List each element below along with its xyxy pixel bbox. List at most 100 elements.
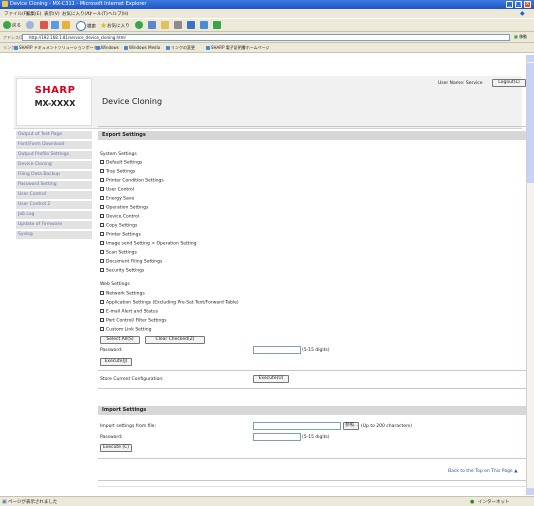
checkbox-operation-settings[interactable]: Operation Settings [100,205,148,211]
checkbox-port-control-filter[interactable]: Port Control/ Filter Settings [100,318,167,324]
back-to-top-link[interactable]: Back to the Top on This Page ▲ [448,469,518,474]
menu-file[interactable]: ファイル(F) [4,11,28,17]
home-button[interactable] [62,21,71,29]
select-all-button[interactable]: Select All(S) [100,336,140,344]
media-button[interactable] [135,21,144,29]
checkbox-application-settings[interactable]: Application Settings (Excluding Pre-Set … [100,300,239,306]
checkbox-icon[interactable] [100,291,104,295]
discuss-button[interactable] [200,21,209,29]
favorites-button[interactable]: ★お気に入り [100,21,130,30]
sidebar-item-update-firmware[interactable]: Update of Firmware [16,221,92,230]
sidebar-item-password-setting[interactable]: Password Setting [16,181,92,190]
sidebar-item-user-control[interactable]: User Control [16,191,92,200]
back-button[interactable]: 戻る [3,21,21,29]
link-windows-media[interactable]: Windows Media [124,45,160,50]
checkbox-icon[interactable] [100,309,104,313]
checkbox-printer-settings[interactable]: Printer Settings [100,232,141,238]
menu-tools[interactable]: ツール(T) [88,11,108,17]
checkbox-icon[interactable] [100,214,104,218]
sidebar-item-filing-data-backup[interactable]: Filing Data Backup [16,171,92,180]
checkbox-document-filing-settings[interactable]: Document Filing Settings [100,259,162,265]
sidebar-item-user-control-2[interactable]: User Control 2 [16,201,92,210]
import-password-input[interactable] [253,433,301,441]
go-button[interactable]: ■ 移動 [514,34,527,40]
minimize-icon[interactable]: _ [506,1,513,8]
mail-button[interactable] [161,21,170,29]
checkbox-image-send-operation[interactable]: Image send Setting > Operation Setting [100,241,196,247]
scroll-thumb[interactable] [527,63,534,183]
import-settings-header: Import Settings [98,406,526,415]
page-icon [124,46,128,50]
print-button[interactable] [174,21,183,29]
address-input[interactable]: http://192.168.1.81/service_device_cloni… [22,34,510,41]
messenger-button[interactable] [213,21,222,29]
divider [98,126,526,127]
browse-button[interactable]: 参照... [343,422,359,430]
scroll-up-icon[interactable] [527,55,534,62]
checkbox-icon[interactable] [100,232,104,236]
checkbox-icon[interactable] [100,223,104,227]
menu-help[interactable]: ヘルプ(H) [108,11,128,17]
export-password-input[interactable] [253,346,301,354]
close-icon[interactable]: × [524,1,531,8]
vertical-scrollbar[interactable] [526,55,534,495]
checkbox-scan-settings[interactable]: Scan Settings [100,250,137,256]
link-sharp-portal[interactable]: SHARP ドキュメントソリューションポータル [14,45,102,51]
checkbox-custom-link-setting[interactable]: Custom Link Setting [100,327,151,333]
forward-button[interactable] [26,21,35,29]
checkbox-icon[interactable] [100,250,104,254]
media-icon [135,21,143,29]
checkbox-icon[interactable] [100,300,104,304]
messenger-icon [213,21,221,29]
checkbox-security-settings[interactable]: Security Settings [100,268,144,274]
scroll-down-icon[interactable] [527,488,534,495]
sidebar-item-font-form-download[interactable]: Font/Form Download [16,141,92,150]
edit-button[interactable] [187,21,196,29]
menu-view[interactable]: 表示(V) [44,11,60,17]
menu-favorites[interactable]: お気に入り(A) [62,11,91,17]
logout-button[interactable]: Logout(L) [492,79,526,87]
checkbox-printer-condition-settings[interactable]: Printer Condition Settings [100,178,164,184]
checkbox-icon[interactable] [100,160,104,164]
checkbox-icon[interactable] [100,327,104,331]
export-execute-button[interactable]: Execute(J) [100,358,132,366]
checkbox-icon[interactable] [100,196,104,200]
checkbox-icon[interactable] [100,205,104,209]
checkbox-network-settings[interactable]: Network Settings [100,291,145,297]
sidebar-item-output-test-page[interactable]: Output of Test Page [16,131,92,140]
maximize-icon[interactable]: □ [515,1,522,8]
link-sharp-cert[interactable]: SHARP 電子証明書ホームページ [206,45,270,51]
history-button[interactable] [148,21,157,29]
menu-edit[interactable]: 編集(E) [26,11,41,17]
sidebar-item-job-log[interactable]: Job Log [16,211,92,220]
menu-bar: ファイル(F) 編集(E) 表示(V) お気に入り(A) ツール(T) ヘルプ(… [0,9,534,18]
checkbox-icon[interactable] [100,259,104,263]
checkbox-icon[interactable] [100,241,104,245]
sidebar-item-syslog[interactable]: Syslog [16,231,92,240]
store-execute-button[interactable]: Execute(U) [253,375,289,383]
checkbox-device-control[interactable]: Device Control [100,214,139,220]
link-windows[interactable]: Windows [96,45,119,50]
status-text: ページが表示されました [8,500,58,505]
stop-button[interactable] [40,21,49,29]
ie-icon [2,1,8,7]
checkbox-icon[interactable] [100,268,104,272]
checkbox-icon[interactable] [100,318,104,322]
checkbox-default-settings[interactable]: Default Settings [100,160,142,166]
checkbox-icon[interactable] [100,169,104,173]
import-execute-button[interactable]: Execute (C) [100,444,132,452]
import-file-input[interactable] [253,422,341,430]
sidebar-item-output-profile-settings[interactable]: Output Profile Settings [16,151,92,160]
refresh-button[interactable] [51,21,60,29]
checkbox-email-alert-status[interactable]: E-mail Alert and Status [100,309,158,315]
link-customize[interactable]: リンクの変更 [166,45,195,51]
checkbox-user-control[interactable]: User Control [100,187,134,193]
checkbox-icon[interactable] [100,187,104,191]
checkbox-tray-settings[interactable]: Tray Settings [100,169,135,175]
checkbox-icon[interactable] [100,178,104,182]
clear-checked-button[interactable]: Clear Checked(Z) [145,336,205,344]
search-button[interactable]: 検索 [76,21,96,31]
sidebar-item-device-cloning[interactable]: Device Cloning [16,161,92,170]
checkbox-energy-save[interactable]: Energy Save [100,196,134,202]
checkbox-copy-settings[interactable]: Copy Settings [100,223,137,229]
